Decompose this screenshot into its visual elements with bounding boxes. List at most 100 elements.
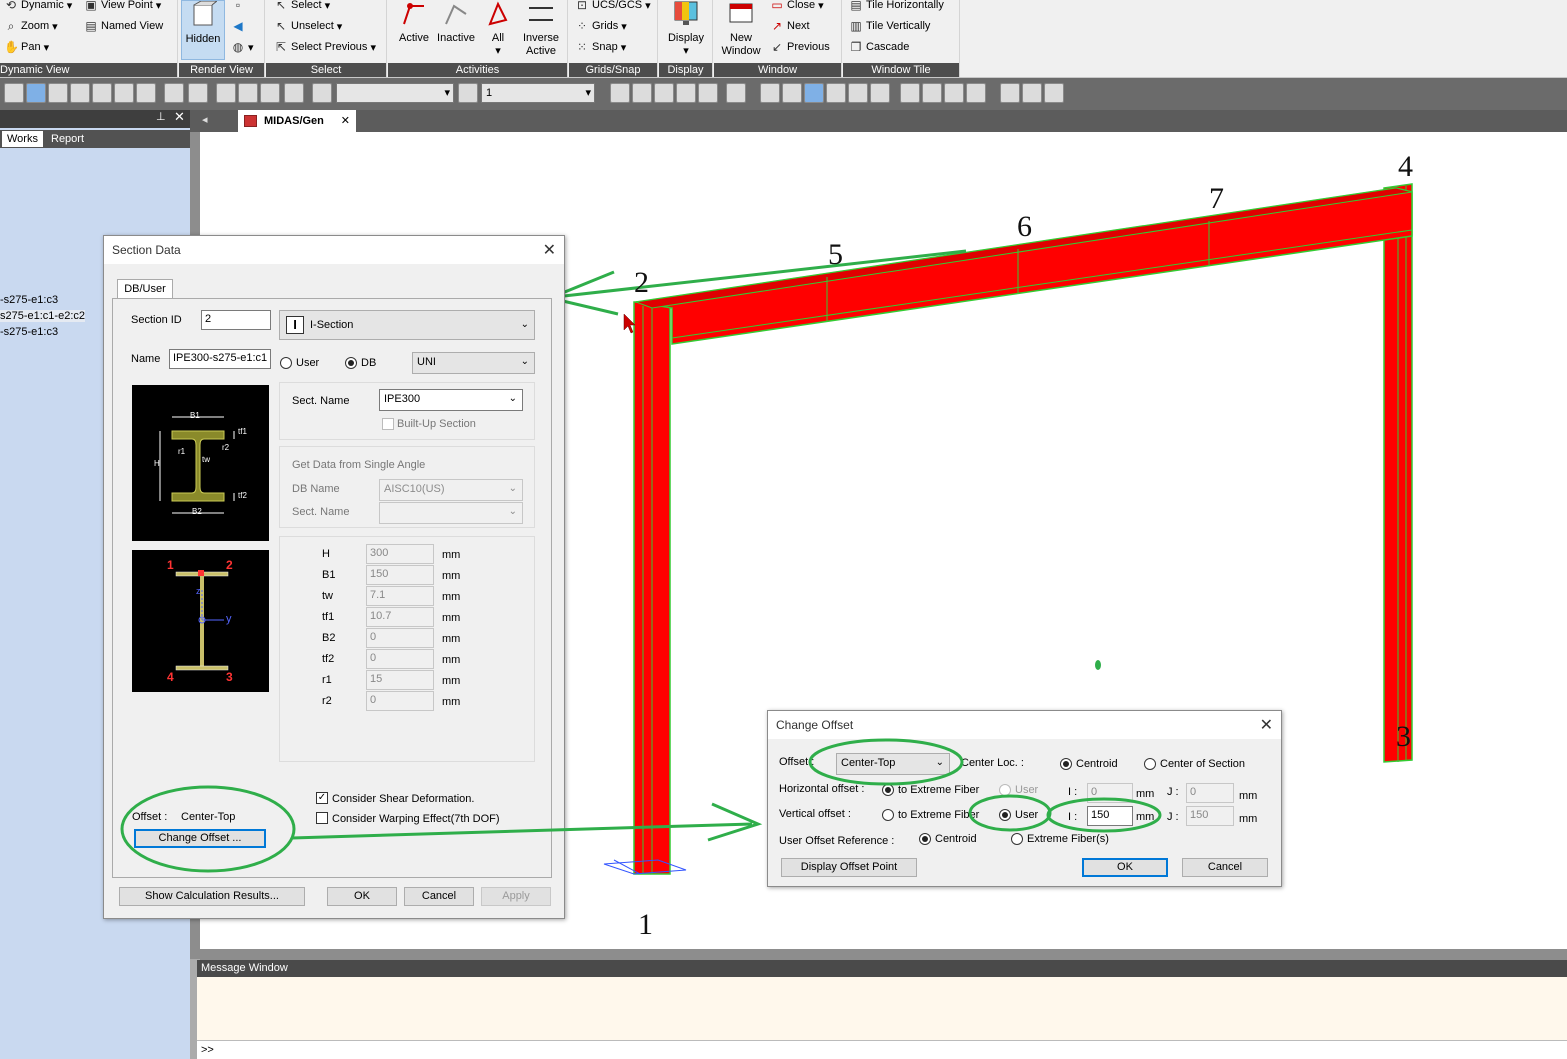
warping-effect-checkbox[interactable]: [316, 812, 328, 824]
previous-window-button[interactable]: ↙ Previous: [770, 38, 830, 56]
splitter[interactable]: [200, 949, 1567, 960]
sect-name-select[interactable]: IPE300 ⌄: [379, 389, 523, 411]
db-radio[interactable]: [345, 357, 357, 369]
toolbar-icon-27[interactable]: [922, 83, 942, 103]
pin-icon[interactable]: ⊥: [156, 110, 166, 123]
h-user-radio[interactable]: [999, 784, 1011, 796]
toolbar-icon-24[interactable]: [848, 83, 868, 103]
h-extreme-fiber-radio[interactable]: [882, 784, 894, 796]
tab-midas-gen[interactable]: MIDAS/Gen ✕: [238, 110, 356, 132]
toolbar-icon-21[interactable]: [782, 83, 802, 103]
view-point-button[interactable]: ▣ View Point ▾: [84, 0, 161, 14]
dim-input[interactable]: 0: [366, 628, 434, 648]
grids-button[interactable]: ⁘ Grids ▾: [575, 17, 627, 35]
shear-deformation-checkbox[interactable]: ✓: [316, 792, 328, 804]
toolbar-icon-8[interactable]: [164, 83, 184, 103]
tile-horizontally-button[interactable]: ▤ Tile Horizontally: [849, 0, 944, 14]
render-option-3-icon[interactable]: ◍ ▾: [231, 38, 254, 56]
cancel-button[interactable]: Cancel: [404, 887, 474, 906]
tree-item[interactable]: -s275-e1:c3: [0, 326, 58, 338]
db-name-select[interactable]: AISC10(US) ⌄: [379, 479, 523, 501]
v-i-input[interactable]: 150: [1087, 806, 1133, 826]
tree-item[interactable]: s275-e1:c1-e2:c2: [0, 310, 85, 322]
section-type-select[interactable]: I I-Section ⌄: [279, 310, 535, 340]
toolbar-icon-7[interactable]: [136, 83, 156, 103]
render-option-1-icon[interactable]: ▫: [231, 0, 245, 14]
toolbar-icon-4[interactable]: [70, 83, 90, 103]
toolbar-icon-14[interactable]: [610, 83, 630, 103]
toolbar-icon-29[interactable]: [966, 83, 986, 103]
name-input[interactable]: IPE300-s275-e1:c1: [169, 349, 271, 369]
ref-extreme-fiber-radio[interactable]: [1011, 833, 1023, 845]
command-input[interactable]: >>: [197, 1040, 1567, 1059]
centroid-radio[interactable]: [1060, 758, 1072, 770]
user-radio[interactable]: [280, 357, 292, 369]
tab-works[interactable]: Works: [2, 131, 43, 147]
close-panel-icon[interactable]: ✕: [174, 109, 185, 125]
toolbar-select-icon-2[interactable]: [458, 83, 478, 103]
lock-icon[interactable]: [1044, 83, 1064, 103]
toolbar-combo-2[interactable]: 1 ▾: [481, 83, 595, 103]
ok-button[interactable]: OK: [327, 887, 397, 906]
cancel-button[interactable]: Cancel: [1182, 858, 1268, 877]
tab-db-user[interactable]: DB/User: [117, 279, 173, 299]
inactive-button[interactable]: Inactive: [434, 0, 478, 45]
dim-input[interactable]: 300: [366, 544, 434, 564]
toolbar-icon-31[interactable]: [1022, 83, 1042, 103]
section-id-input[interactable]: 2: [201, 310, 271, 330]
sect-name-2-select[interactable]: ⌄: [379, 502, 523, 524]
h-i-input[interactable]: 0: [1087, 783, 1133, 803]
toolbar-icon-17[interactable]: [676, 83, 696, 103]
toolbar-icon-9[interactable]: [188, 83, 208, 103]
dynamic-button[interactable]: ⟲ Dynamic ▾: [4, 0, 72, 14]
tab-report[interactable]: Report: [46, 131, 89, 147]
toolbar-icon-13[interactable]: [284, 83, 304, 103]
display-offset-point-button[interactable]: Display Offset Point: [781, 858, 917, 877]
change-offset-button[interactable]: Change Offset ...: [134, 829, 266, 848]
dim-input[interactable]: 150: [366, 565, 434, 585]
toolbar-icon-11[interactable]: [238, 83, 258, 103]
h-j-input[interactable]: 0: [1186, 783, 1234, 803]
show-calculation-results-button[interactable]: Show Calculation Results...: [119, 887, 305, 906]
center-of-section-radio[interactable]: [1144, 758, 1156, 770]
built-up-checkbox[interactable]: [382, 418, 394, 430]
close-window-button[interactable]: ▭ Close ▾: [770, 0, 823, 14]
toolbar-icon-3[interactable]: [48, 83, 68, 103]
v-user-radio[interactable]: [999, 809, 1011, 821]
dim-input[interactable]: 15: [366, 670, 434, 690]
dim-input[interactable]: 0: [366, 691, 434, 711]
db-select[interactable]: UNI ⌄: [412, 352, 535, 374]
zoom-button[interactable]: ⌕ Zoom ▾: [4, 17, 58, 35]
v-j-input[interactable]: 150: [1186, 806, 1234, 826]
snap-button[interactable]: ⁙ Snap ▾: [575, 38, 626, 56]
new-window-button[interactable]: New Window: [716, 0, 766, 58]
cascade-button[interactable]: ❐ Cascade: [849, 38, 910, 56]
toolbar-icon-1[interactable]: [4, 83, 24, 103]
inverse-active-button[interactable]: Inverse Active: [516, 0, 566, 58]
ucs-gcs-button[interactable]: ⊡ UCS/GCS ▾: [575, 0, 651, 14]
dim-input[interactable]: 0: [366, 649, 434, 669]
ok-button[interactable]: OK: [1082, 858, 1168, 877]
toolbar-icon-5[interactable]: [92, 83, 112, 103]
toolbar-icon-22[interactable]: [804, 83, 824, 103]
offset-select[interactable]: Center-Top ⌄: [836, 753, 950, 775]
toolbar-combo-1[interactable]: ▾: [336, 83, 454, 103]
close-icon[interactable]: ✕: [543, 240, 556, 260]
render-option-2-icon[interactable]: ◀: [231, 17, 245, 35]
toolbar-select-icon[interactable]: [312, 83, 332, 103]
toolbar-icon-18[interactable]: [698, 83, 718, 103]
toolbar-icon-28[interactable]: [944, 83, 964, 103]
toolbar-icon-25[interactable]: [870, 83, 890, 103]
display-button[interactable]: Display ▾: [663, 0, 709, 58]
select-previous-button[interactable]: ⇱ Select Previous ▾: [274, 38, 376, 56]
close-tab-icon[interactable]: ✕: [341, 110, 350, 132]
dim-input[interactable]: 7.1: [366, 586, 434, 606]
pan-button[interactable]: ✋ Pan ▾: [4, 38, 49, 56]
unselect-button[interactable]: ↖ Unselect ▾: [274, 17, 342, 35]
toolbar-icon-10[interactable]: [216, 83, 236, 103]
active-button[interactable]: Active: [394, 0, 434, 45]
toolbar-icon-16[interactable]: [654, 83, 674, 103]
all-button[interactable]: All ▾: [480, 0, 516, 58]
apply-button[interactable]: Apply: [481, 887, 551, 906]
toolbar-icon-20[interactable]: [760, 83, 780, 103]
